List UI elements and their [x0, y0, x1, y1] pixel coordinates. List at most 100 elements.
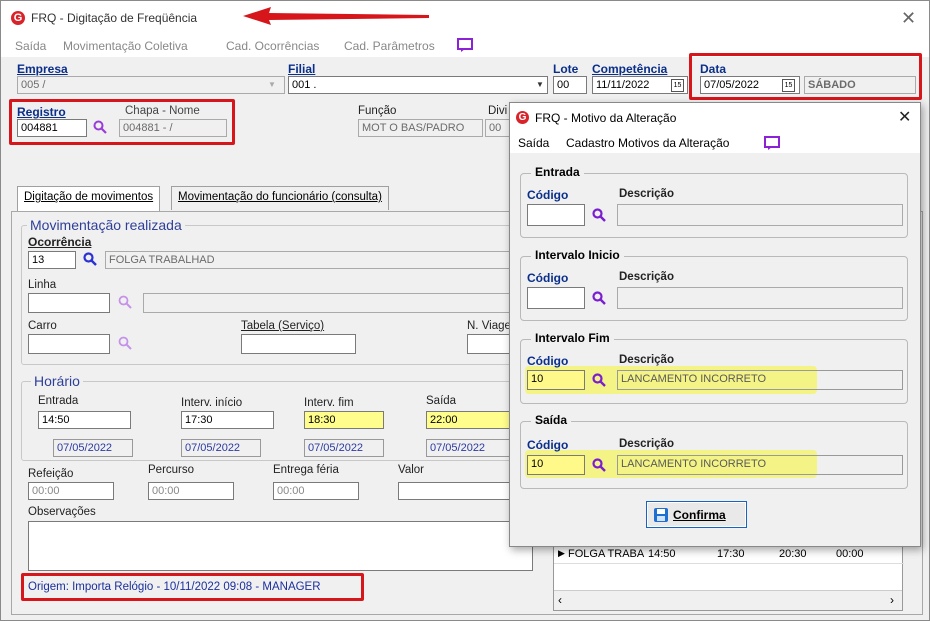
dialog-menu-cadastro-motivos[interactable]: Cadastro Motivos da Alteração — [566, 136, 729, 150]
ocorrencia-code-field[interactable]: 13 — [28, 251, 76, 269]
ocorrencia-label: Ocorrência — [28, 235, 92, 249]
linha-field[interactable] — [28, 293, 110, 313]
valor-field[interactable] — [398, 482, 513, 500]
descricao-label: Descrição — [619, 188, 674, 200]
menu-movimentacao-coletiva[interactable]: Movimentação Coletiva — [63, 39, 188, 53]
search-icon[interactable] — [118, 295, 132, 309]
horizontal-scrollbar[interactable]: ‹ › — [554, 590, 902, 610]
refeicao-label: Refeição — [28, 468, 74, 480]
carro-field[interactable] — [28, 334, 110, 354]
intervalo-fim-codigo-field[interactable]: 10 — [527, 370, 585, 390]
chat-icon[interactable] — [764, 136, 780, 150]
saida-codigo-field[interactable]: 10 — [527, 455, 585, 475]
funcao-field: MOT O BAS/PADRO — [358, 119, 483, 137]
interv-fim-label: Interv. fim — [304, 397, 354, 409]
intervalo-inicio-codigo-field[interactable] — [527, 287, 585, 309]
descricao-label: Descrição — [619, 271, 674, 283]
entrega-feria-label: Entrega féria — [273, 464, 339, 476]
refeicao-field[interactable]: 00:00 — [28, 482, 114, 500]
chat-icon[interactable] — [457, 38, 473, 52]
entrada-codigo-field[interactable] — [527, 204, 585, 226]
linha-label: Linha — [28, 279, 57, 291]
interv-fim-field[interactable]: 18:30 — [304, 411, 384, 429]
window-title: FRQ - Digitação de Freqüência — [31, 11, 198, 25]
search-icon[interactable] — [592, 208, 606, 222]
entrada-group-title: Entrada — [531, 165, 584, 179]
filial-dropdown-icon[interactable]: ▼ — [533, 77, 547, 93]
interv-inicio-label: Interv. início — [181, 397, 243, 409]
annotation-box-registro — [9, 99, 235, 145]
codigo-label: Código — [527, 354, 569, 368]
title-bar: G FRQ - Digitação de Freqüência ✕ — [1, 1, 929, 35]
grid-cell: 14:50 — [648, 548, 676, 560]
intervalo-fim-group: Intervalo Fim Código Descrição 10 LANCAM… — [520, 331, 908, 404]
grid-cell: 20:30 — [779, 548, 807, 560]
menu-cad-ocorrencias[interactable]: Cad. Ocorrências — [226, 39, 319, 53]
dialog-menu-saida[interactable]: Saída — [518, 136, 549, 150]
scroll-right-icon[interactable]: › — [890, 593, 894, 607]
entrada-label: Entrada — [38, 395, 79, 407]
close-icon[interactable]: ✕ — [901, 9, 916, 27]
divisao-field: 00 — [485, 119, 511, 137]
search-icon[interactable] — [118, 336, 132, 350]
scroll-left-icon[interactable]: ‹ — [558, 593, 562, 607]
confirma-label: Confirma — [673, 508, 726, 522]
observacoes-label: Observações — [28, 506, 96, 518]
movimentos-grid: ▶ FOLGA TRABA 14:50 17:30 20:30 00:00 ‹ … — [553, 541, 904, 611]
confirma-button[interactable]: Confirma — [646, 501, 747, 528]
table-row[interactable]: ▶ FOLGA TRABA 14:50 17:30 20:30 00:00 — [554, 546, 904, 564]
tabela-servico-label: Tabela (Serviço) — [241, 320, 325, 332]
codigo-label: Código — [527, 271, 569, 285]
search-icon[interactable] — [592, 458, 606, 472]
observacoes-field[interactable] — [28, 521, 533, 571]
lote-field[interactable]: 00 — [553, 76, 587, 94]
calendar-icon[interactable]: 15 — [671, 79, 684, 92]
motivo-alteracao-dialog: G FRQ - Motivo da Alteração ✕ Saída Cada… — [509, 102, 921, 547]
entrada-date-field[interactable]: 07/05/2022 — [53, 439, 133, 457]
search-icon[interactable] — [83, 252, 97, 266]
app-logo-icon: G — [11, 11, 25, 25]
codigo-label: Código — [527, 438, 569, 452]
descricao-label: Descrição — [619, 354, 674, 366]
filial-label: Filial — [288, 62, 316, 76]
descricao-label: Descrição — [619, 438, 674, 450]
movimentacao-group-title: Movimentação realizada — [27, 217, 185, 233]
tabela-servico-field[interactable] — [241, 334, 356, 354]
intervalo-inicio-group: Intervalo Inicio Código Descrição — [520, 248, 908, 321]
saida-label: Saída — [426, 395, 457, 407]
saida-date-field[interactable]: 07/05/2022 — [426, 439, 510, 457]
grid-cell: FOLGA TRABA — [568, 548, 645, 560]
interv-inicio-field[interactable]: 17:30 — [181, 411, 274, 429]
saida-descricao-field: LANCAMENTO INCORRETO — [617, 455, 903, 475]
entrada-field[interactable]: 14:50 — [38, 411, 131, 429]
saida-field[interactable]: 22:00 — [426, 411, 510, 429]
search-icon[interactable] — [592, 291, 606, 305]
search-icon[interactable] — [592, 373, 606, 387]
lote-label: Lote — [553, 62, 579, 76]
menu-saida[interactable]: Saída — [15, 39, 46, 53]
intervalo-inicio-group-title: Intervalo Inicio — [531, 248, 624, 262]
dialog-title: FRQ - Motivo da Alteração — [535, 111, 677, 125]
filial-field[interactable]: 001 . — [288, 76, 548, 94]
interv-fim-date-field[interactable]: 07/05/2022 — [304, 439, 384, 457]
empresa-label: Empresa — [17, 62, 68, 76]
interv-inicio-date-field[interactable]: 07/05/2022 — [181, 439, 261, 457]
percurso-label: Percurso — [148, 464, 195, 476]
empresa-field[interactable]: 005 / — [17, 76, 285, 94]
grid-cell: 17:30 — [717, 548, 745, 560]
valor-label: Valor — [398, 464, 424, 476]
save-icon — [654, 508, 668, 522]
codigo-label: Código — [527, 188, 569, 202]
app-logo-icon: G — [516, 111, 529, 124]
annotation-arrow — [243, 7, 429, 25]
percurso-field[interactable]: 00:00 — [148, 482, 234, 500]
row-selector-icon: ▶ — [558, 548, 565, 558]
empresa-dropdown-icon[interactable]: ▼ — [265, 77, 279, 93]
menu-cad-parametros[interactable]: Cad. Parâmetros — [344, 39, 435, 53]
tab-movimentacao-consulta[interactable]: Movimentação do funcionário (consulta) — [171, 186, 389, 210]
annotation-box-origem — [21, 573, 364, 601]
funcao-label: Função — [358, 105, 397, 117]
close-icon[interactable]: ✕ — [898, 109, 911, 127]
tab-digitacao[interactable]: Digitação de movimentos — [17, 186, 161, 212]
entrega-feria-field[interactable]: 00:00 — [273, 482, 359, 500]
